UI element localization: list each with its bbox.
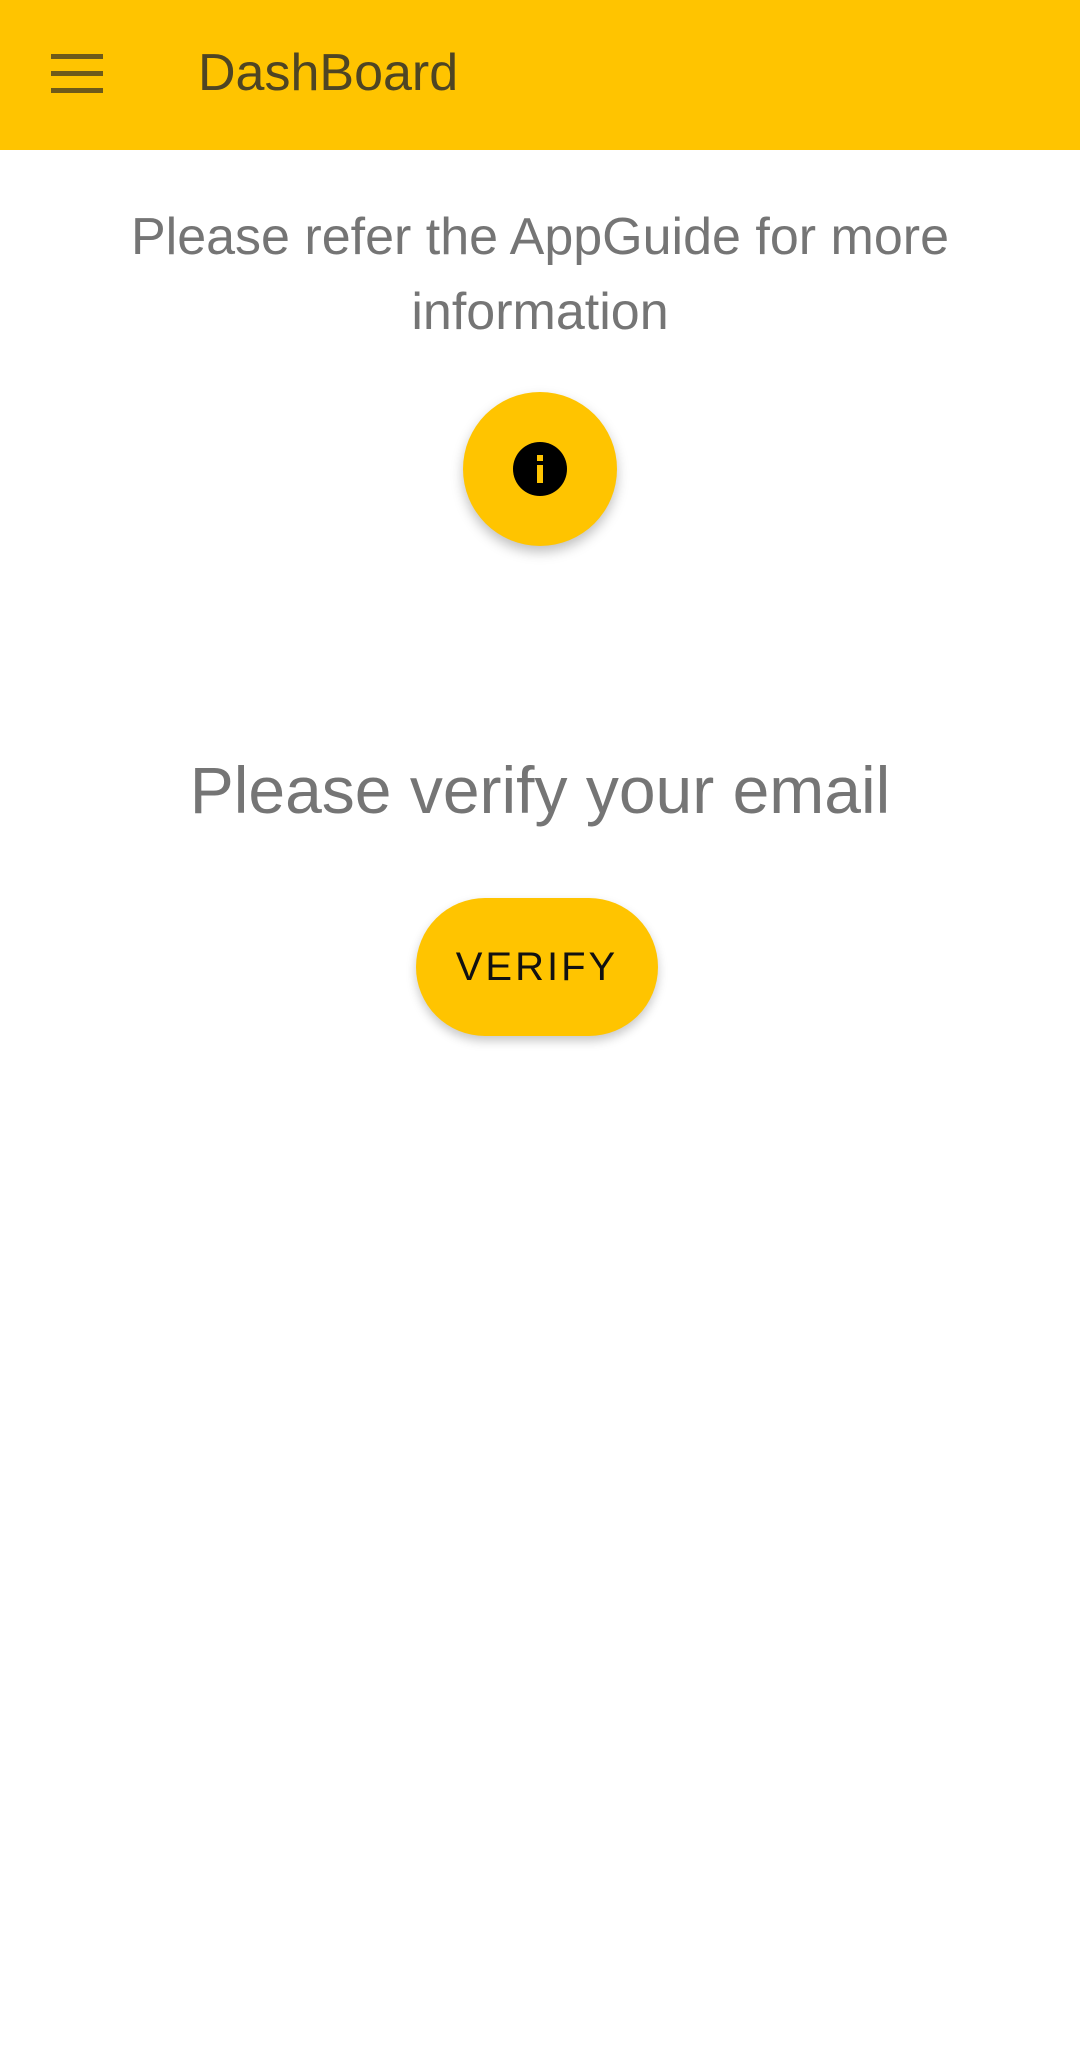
info-icon	[513, 442, 567, 496]
menu-button[interactable]	[38, 38, 116, 108]
appguide-info-text: Please refer the AppGuide for more infor…	[130, 208, 949, 341]
app-bar: DashBoard	[0, 0, 1080, 150]
verify-button[interactable]: VERIFY	[416, 898, 658, 1036]
page-title: DashBoard	[198, 44, 459, 102]
verify-email-text: Please verify your email	[189, 753, 891, 827]
info-button[interactable]	[463, 392, 617, 546]
